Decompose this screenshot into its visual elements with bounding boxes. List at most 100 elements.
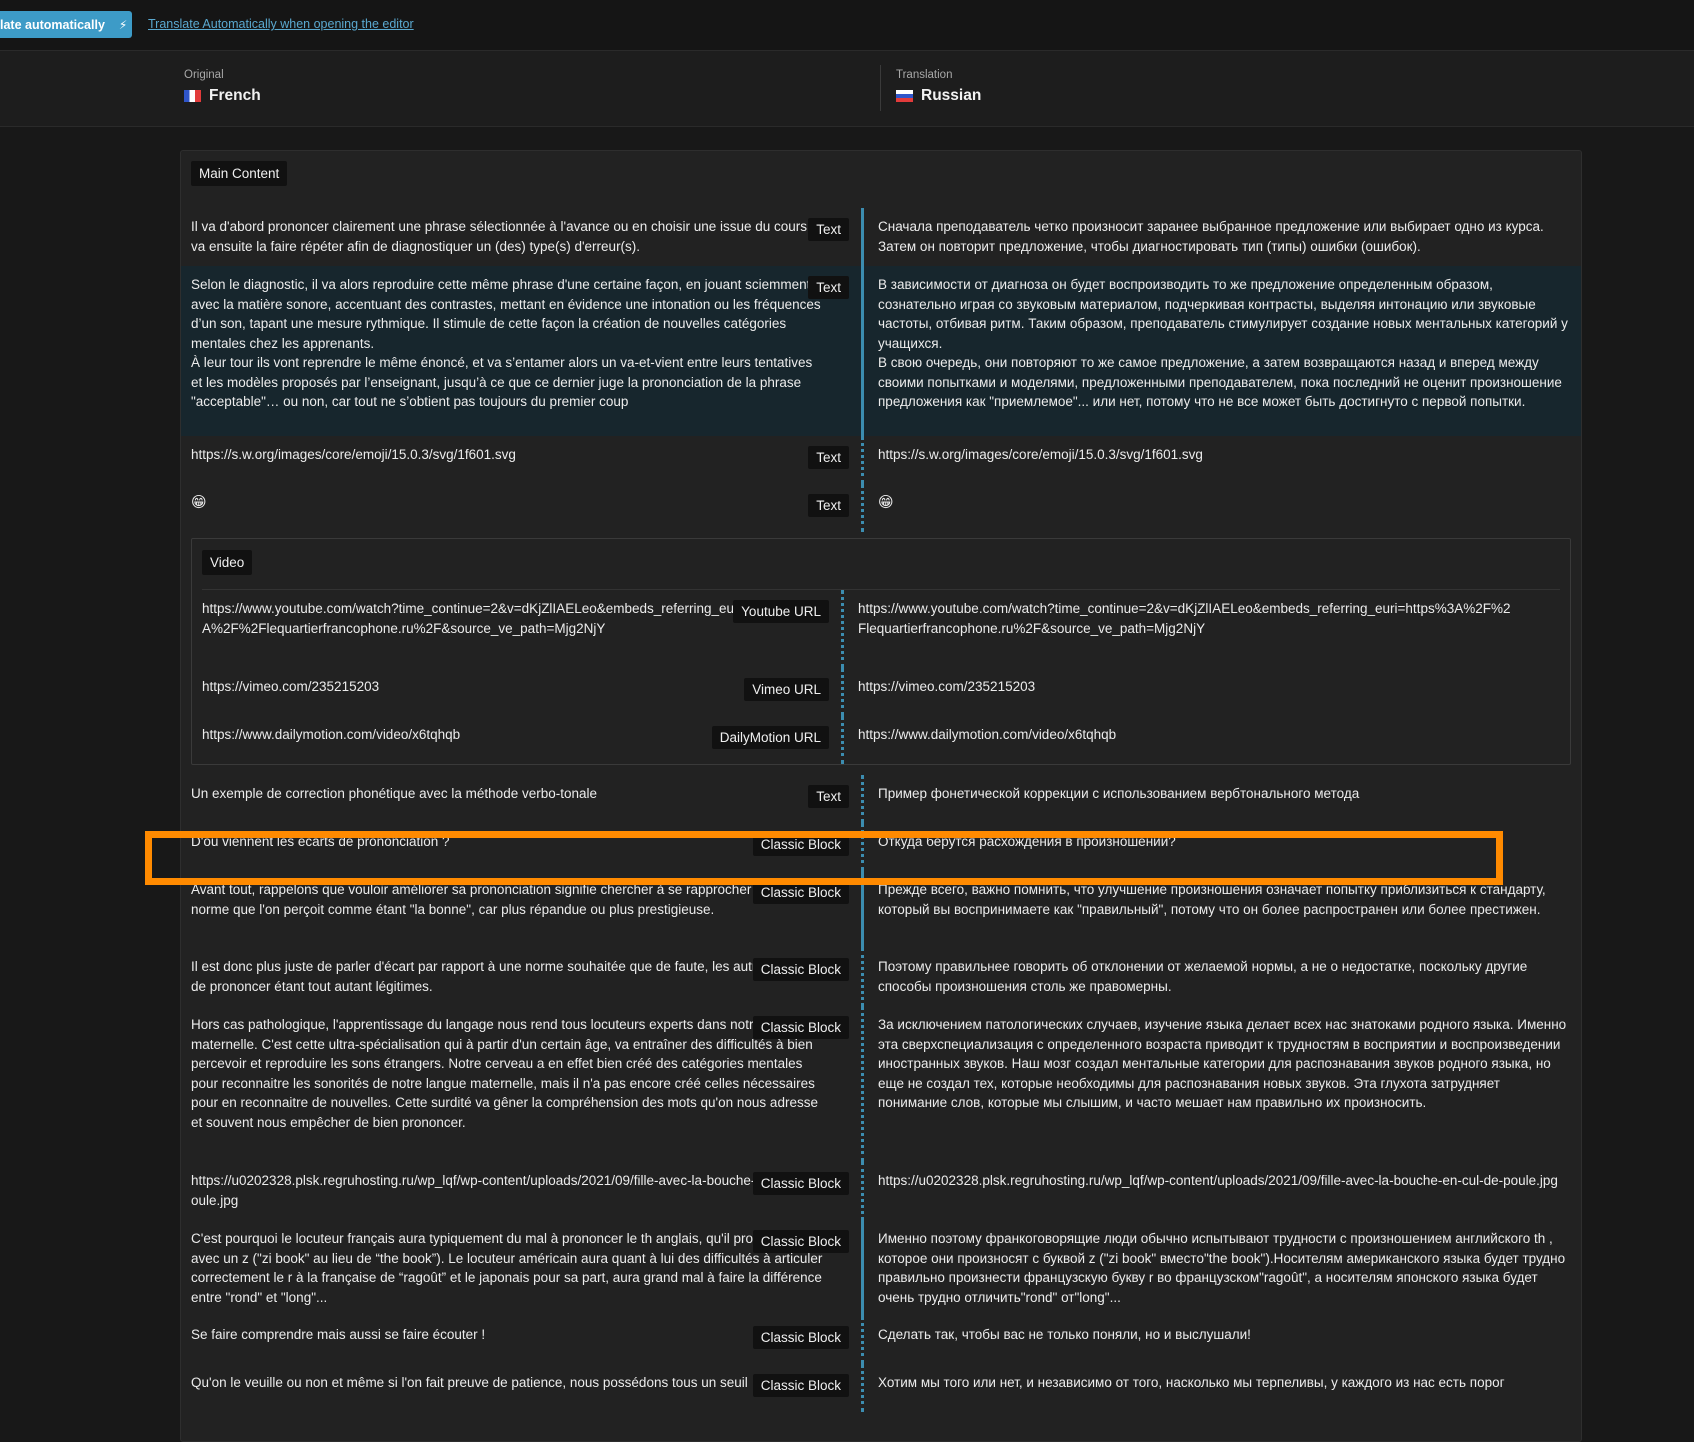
- original-text: Il est donc plus juste de parler d'écart…: [191, 959, 815, 994]
- segment-type-badge: Classic Block: [752, 1172, 849, 1195]
- segment-type-badge: Classic Block: [752, 833, 849, 856]
- segment-type-badge: Classic Block: [752, 958, 849, 981]
- segment-type-badge: Text: [808, 218, 849, 241]
- segment-row[interactable]: https://u0202328.plsk.regruhosting.ru/wp…: [181, 1162, 1581, 1220]
- translation-text[interactable]: В зависимости от диагноза он будет воспр…: [861, 266, 1581, 436]
- main-content-panel: Main Content Il va d'abord prononcer cla…: [180, 150, 1582, 1442]
- original-text: Il va d'abord prononcer clairement une p…: [191, 219, 822, 254]
- segment-row[interactable]: C'est pourquoi le locuteur français aura…: [181, 1220, 1581, 1316]
- badge-cell: Classic Block: [752, 1364, 861, 1412]
- badge-cell: Classic Block: [752, 871, 861, 948]
- video-section-header: Video: [202, 539, 1560, 590]
- translation-text[interactable]: https://www.dailymotion.com/video/x6tqhq…: [841, 716, 1521, 764]
- original-caption: Original: [184, 69, 224, 81]
- translation-text[interactable]: Хотим мы того или нет, и независимо от т…: [861, 1364, 1581, 1412]
- translation-text[interactable]: https://s.w.org/images/core/emoji/15.0.3…: [861, 436, 1581, 484]
- translation-text[interactable]: https://vimeo.com/235215203: [841, 668, 1521, 716]
- segment-row[interactable]: Hors cas pathologique, l'apprentissage d…: [181, 1006, 1581, 1162]
- translate-automatically-label: late automatically: [0, 17, 105, 32]
- segment-type-badge: Text: [808, 446, 849, 469]
- language-divider: [880, 65, 881, 111]
- original-text: Avant tout, rappelons que vouloir amélio…: [191, 882, 788, 917]
- segment-row[interactable]: Qu'on le veuille ou non et même si l'on …: [181, 1364, 1581, 1412]
- translation-text[interactable]: Сначала преподаватель четко произносит з…: [861, 208, 1581, 266]
- badge-cell: Classic Block: [752, 1006, 861, 1162]
- original-text: https://u0202328.plsk.regruhosting.ru/wp…: [191, 1173, 824, 1208]
- badge-cell: Text: [808, 775, 861, 823]
- original-text: Hors cas pathologique, l'apprentissage d…: [191, 1017, 818, 1130]
- segment-type-badge: Text: [808, 785, 849, 808]
- badge-cell: Classic Block: [752, 1316, 861, 1364]
- original-paragraph: À leur tour ils vont reprendre le même é…: [191, 355, 813, 409]
- segment-type-badge: Classic Block: [752, 1374, 849, 1397]
- translation-paragraph: В свою очередь, они повторяют то же само…: [878, 355, 1562, 409]
- translation-text[interactable]: Прежде всего, важно помнить, что улучшен…: [861, 871, 1581, 948]
- segment-row[interactable]: Se faire comprendre mais aussi se faire …: [181, 1316, 1581, 1364]
- emoji-original: 😁: [191, 494, 207, 511]
- translation-text[interactable]: Поэтому правильнее говорить об отклонени…: [861, 948, 1581, 1006]
- segment-row[interactable]: https://s.w.org/images/core/emoji/15.0.3…: [181, 436, 1581, 484]
- video-section-label: Video: [202, 550, 253, 575]
- badge-cell: Classic Block: [752, 1162, 861, 1220]
- lightning-icon: ⚡: [118, 17, 128, 32]
- original-text: Un exemple de correction phonétique avec…: [191, 786, 598, 801]
- segment-row-active[interactable]: Selon le diagnostic, il va alors reprodu…: [181, 266, 1581, 436]
- translation-text[interactable]: https://www.youtube.com/watch?time_conti…: [841, 590, 1521, 668]
- segment-type-badge: Text: [808, 276, 849, 299]
- segment-row[interactable]: 😁 Text 😁: [181, 484, 1581, 532]
- original-text: https://s.w.org/images/core/emoji/15.0.3…: [191, 447, 516, 462]
- segment-type-badge: Classic Block: [752, 1230, 849, 1253]
- badge-cell: Text: [808, 266, 861, 436]
- translation-caption: Translation: [896, 69, 953, 81]
- original-language-name: French: [209, 87, 261, 104]
- russia-flag-icon: [896, 90, 913, 102]
- badge-cell: Classic Block: [752, 1220, 861, 1316]
- original-text: Se faire comprendre mais aussi se faire …: [191, 1327, 486, 1342]
- segment-row-selected[interactable]: D'où viennent les écarts de prononciatio…: [181, 823, 1581, 871]
- original-text: Qu'on le veuille ou non et même si l'on …: [191, 1375, 748, 1390]
- original-language-row: French: [184, 87, 261, 105]
- top-toolbar: late automatically ⚡ Translate Automatic…: [0, 0, 1694, 51]
- translation-text[interactable]: Пример фонетической коррекции с использо…: [861, 775, 1581, 823]
- translation-text[interactable]: Сделать так, чтобы вас не только поняли,…: [861, 1316, 1581, 1364]
- translation-paragraph: В зависимости от диагноза он будет воспр…: [878, 277, 1568, 351]
- translation-language: Translation Russian: [896, 69, 981, 105]
- original-text: https://vimeo.com/235215203: [202, 679, 380, 694]
- badge-cell: Text: [808, 436, 861, 484]
- segment-type-badge: Text: [808, 494, 849, 517]
- translation-language-name: Russian: [921, 87, 982, 104]
- translation-text[interactable]: https://u0202328.plsk.regruhosting.ru/wp…: [861, 1162, 1581, 1220]
- original-paragraph: Selon le diagnostic, il va alors reprodu…: [191, 277, 821, 351]
- badge-cell: DailyMotion URL: [711, 716, 841, 764]
- segment-row[interactable]: Avant tout, rappelons que vouloir amélio…: [181, 871, 1581, 948]
- translate-on-open-link[interactable]: Translate Automatically when opening the…: [148, 17, 414, 31]
- original-text: C'est pourquoi le locuteur français aura…: [191, 1231, 823, 1305]
- language-header: Original French Translation Russian: [0, 51, 1694, 127]
- segment-row[interactable]: Il est donc plus juste de parler d'écart…: [181, 948, 1581, 1006]
- segment-type-badge: Classic Block: [752, 1326, 849, 1349]
- video-row[interactable]: https://www.dailymotion.com/video/x6tqhq…: [192, 716, 1570, 764]
- segment-type-badge: Classic Block: [752, 881, 849, 904]
- emoji-translation[interactable]: 😁: [861, 484, 1581, 532]
- original-text: Selon le diagnostic, il va alors reprodu…: [181, 266, 824, 436]
- segment-type-badge: Vimeo URL: [744, 678, 829, 701]
- badge-cell: Classic Block: [752, 823, 861, 871]
- translation-text[interactable]: Именно поэтому франкоговорящие люди обыч…: [861, 1220, 1581, 1316]
- original-language: Original French: [184, 69, 261, 105]
- segment-type-badge: DailyMotion URL: [711, 726, 829, 749]
- video-row[interactable]: https://www.youtube.com/watch?time_conti…: [192, 590, 1570, 668]
- segment-row[interactable]: Il va d'abord prononcer clairement une p…: [181, 208, 1581, 266]
- translation-text[interactable]: Откуда берутся расхождения в произношени…: [861, 823, 1581, 871]
- badge-cell: Text: [808, 484, 861, 532]
- segment-type-badge: Youtube URL: [733, 600, 829, 623]
- translation-text[interactable]: За исключением патологических случаев, и…: [861, 1006, 1581, 1162]
- original-text: https://www.youtube.com/watch?time_conti…: [202, 601, 799, 636]
- original-text: D'où viennent les écarts de prononciatio…: [191, 834, 450, 849]
- translation-language-row: Russian: [896, 87, 981, 105]
- segment-type-badge: Classic Block: [752, 1016, 849, 1039]
- translate-automatically-button[interactable]: late automatically ⚡: [0, 11, 132, 38]
- main-content-label: Main Content: [191, 161, 288, 186]
- video-row[interactable]: https://vimeo.com/235215203 Vimeo URL ht…: [192, 668, 1570, 716]
- badge-cell: Classic Block: [752, 948, 861, 1006]
- segment-row[interactable]: Un exemple de correction phonétique avec…: [181, 775, 1581, 823]
